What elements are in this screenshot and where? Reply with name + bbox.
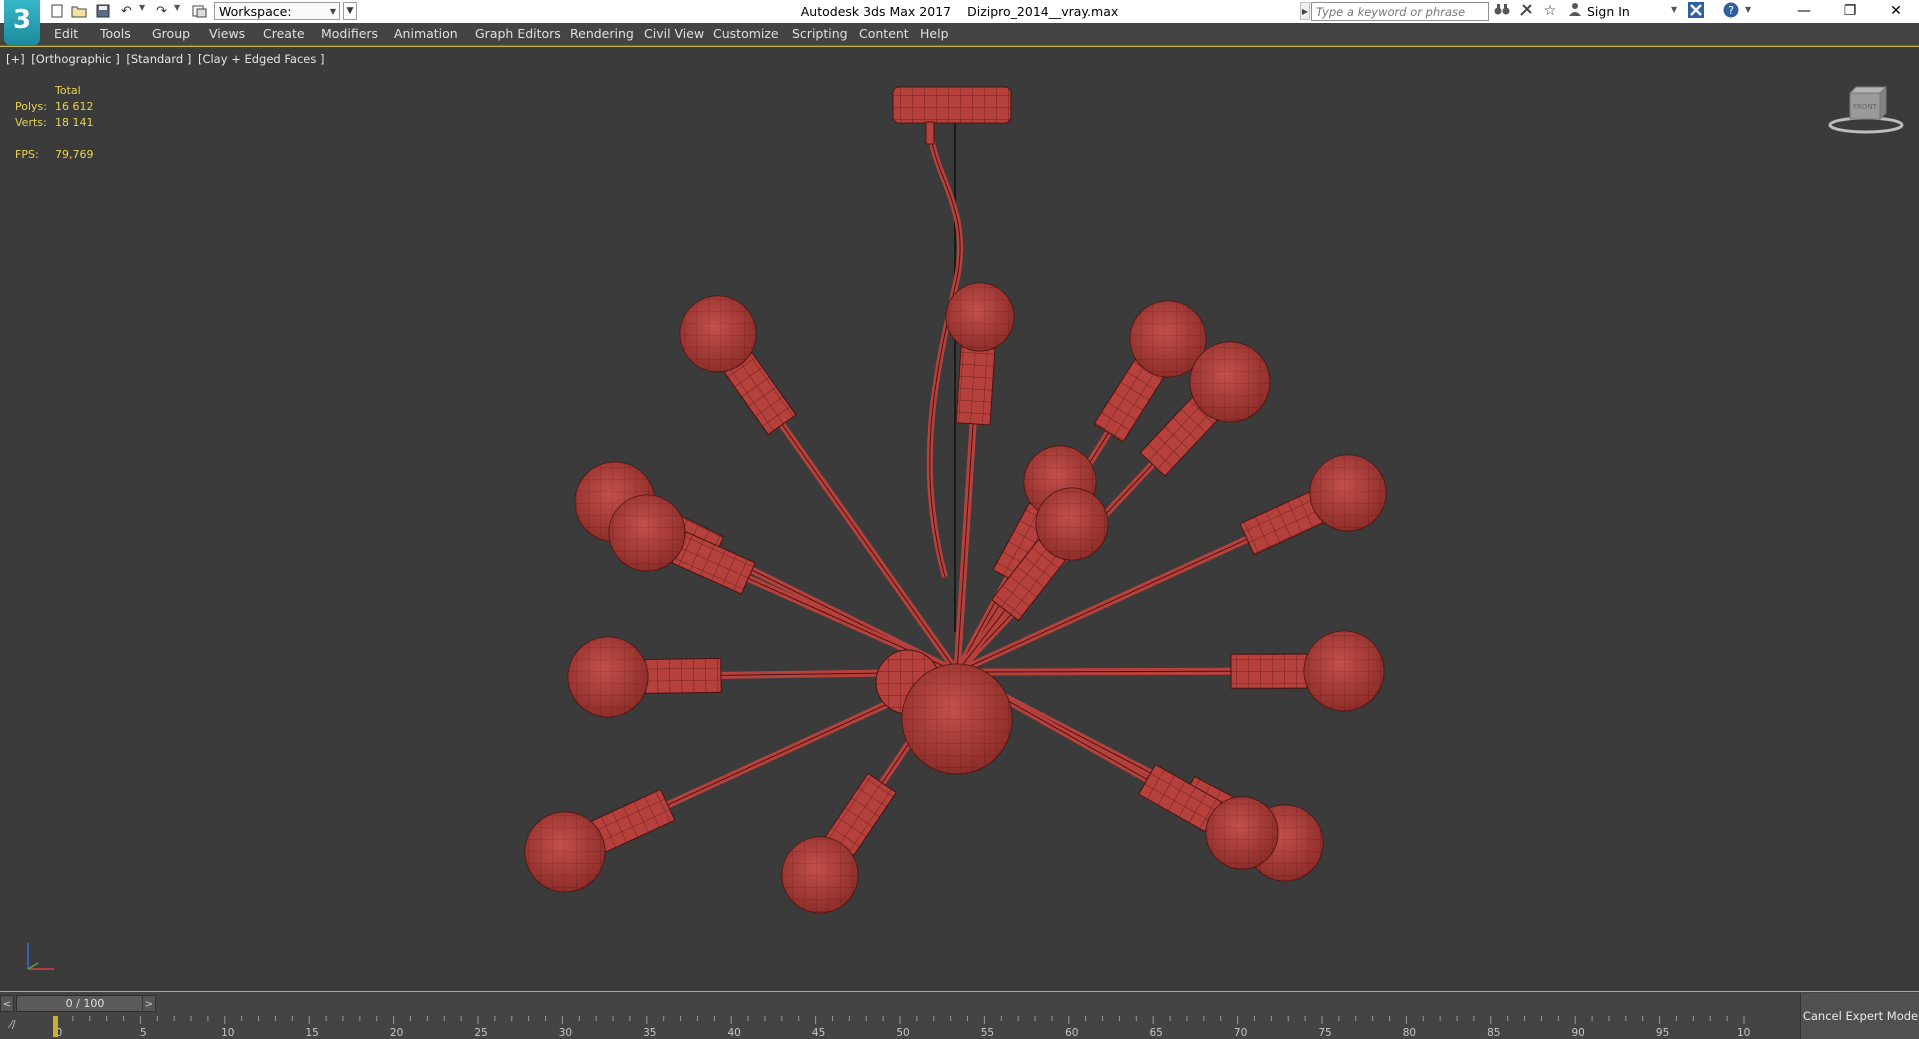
ruler-tick-label: 5 — [140, 1027, 147, 1039]
menu-tools[interactable]: Tools — [100, 26, 131, 41]
binoculars-icon[interactable] — [1493, 2, 1511, 20]
open-file-icon[interactable] — [70, 3, 87, 19]
autodesk-exchange-icon[interactable] — [1687, 2, 1705, 20]
ruler-tick-label: 20 — [390, 1027, 403, 1039]
viewport[interactable]: [+] [Orthographic ] [Standard ] [Clay + … — [0, 46, 1919, 992]
lamp-bulb-shade — [1304, 631, 1384, 711]
time-slider[interactable]: < 0 / 100 > — [0, 993, 1800, 1014]
lamp-bulb-shade — [782, 837, 858, 913]
ruler-tick-label: 95 — [1656, 1027, 1669, 1039]
ruler-tick-label: 65 — [1150, 1027, 1163, 1039]
help-dropdown-icon[interactable]: ▼ — [1745, 5, 1753, 14]
menu-help[interactable]: Help — [920, 26, 949, 41]
time-slider-thumb[interactable]: 0 / 100 — [16, 995, 154, 1012]
ruler-tick-label: 45 — [812, 1027, 825, 1039]
ruler-tick-label: 40 — [728, 1027, 741, 1039]
quick-access-customize-button[interactable]: ▼ — [343, 2, 357, 20]
undo-dropdown-icon[interactable]: ▼ — [139, 3, 147, 12]
menu-customize[interactable]: Customize — [713, 26, 779, 41]
menu-animation[interactable]: Animation — [394, 26, 458, 41]
search-expand-icon[interactable]: ▶ — [1300, 2, 1310, 20]
favorites-star-icon[interactable]: ☆ — [1541, 2, 1559, 20]
lamp-socket — [1230, 653, 1308, 689]
lamp-bulb-shade — [609, 495, 685, 571]
menu-scripting[interactable]: Scripting — [792, 26, 848, 41]
restore-button[interactable]: ❐ — [1827, 0, 1873, 23]
redo-icon[interactable]: ↷ — [153, 3, 170, 19]
menu-group[interactable]: Group — [152, 26, 190, 41]
menu-rendering[interactable]: Rendering — [570, 26, 634, 41]
canopy-stem — [925, 121, 935, 145]
ruler-tick-label: 25 — [474, 1027, 487, 1039]
lamp-arm-rod-edge — [956, 410, 975, 673]
title-bar: 3 ↶ ▼ ↷ ▼ Workspace: Default ▼ ▼ Autodes… — [0, 0, 1919, 46]
ruler-tick-label: 80 — [1403, 1027, 1416, 1039]
user-icon[interactable] — [1566, 2, 1584, 20]
save-icon[interactable] — [94, 3, 111, 19]
axis-tripod-icon — [27, 943, 54, 970]
ruler-tick-label: 35 — [643, 1027, 656, 1039]
previous-frame-button[interactable]: < — [0, 995, 14, 1012]
file-name: Dizipro_2014__vray.max — [967, 4, 1119, 19]
ruler-tick-label: 85 — [1487, 1027, 1500, 1039]
lamp-socket — [644, 657, 722, 694]
lamp-bulb-shade — [568, 637, 648, 717]
menu-graph-editors[interactable]: Graph Editors — [475, 26, 561, 41]
svg-text:?: ? — [1728, 4, 1734, 17]
menu-edit[interactable]: Edit — [54, 26, 78, 41]
lamp-bulb-shade — [525, 812, 605, 892]
app-logo-button[interactable]: 3 — [4, 0, 40, 46]
minimize-button[interactable]: — — [1781, 0, 1827, 23]
lamp-bulb-shade — [680, 296, 756, 372]
lamp-bulb-shade — [1190, 342, 1270, 422]
help-icon[interactable]: ? — [1722, 2, 1740, 20]
ruler-tick-label: 70 — [1234, 1027, 1247, 1039]
menu-content[interactable]: Content — [859, 26, 909, 41]
menu-bar: Edit Tools Group Views Create Modifiers … — [0, 23, 1919, 46]
ruler-tick-label: 50 — [896, 1027, 909, 1039]
lamp-socket — [955, 346, 996, 426]
close-button[interactable]: ✕ — [1873, 0, 1919, 23]
ruler-tick-label: 30 — [559, 1027, 572, 1039]
lamp-bulb-shade — [1310, 455, 1386, 531]
menu-civil-view[interactable]: Civil View — [644, 26, 704, 41]
track-bar[interactable]: ⁄∕ 0 5 10 15 20 25 30 35 40 45 50 55 60 65 70 75 80 85 90 9… — [0, 1014, 1800, 1039]
chandelier-model[interactable] — [0, 47, 1919, 992]
hub-sphere-shade — [902, 664, 1012, 774]
ruler-tick-label: 55 — [981, 1027, 994, 1039]
canopy — [892, 86, 1012, 124]
project-folder-icon[interactable] — [191, 3, 208, 19]
curve-editor-icon[interactable]: ⁄∕ — [10, 1018, 16, 1031]
menu-views[interactable]: Views — [209, 26, 245, 41]
undo-icon[interactable]: ↶ — [118, 3, 135, 19]
next-frame-button[interactable]: > — [142, 995, 156, 1012]
ruler-tick-label: 15 — [306, 1027, 319, 1039]
search-input[interactable] — [1311, 2, 1489, 21]
workspace-dropdown[interactable]: Workspace: Default ▼ — [214, 2, 340, 37]
menu-create[interactable]: Create — [263, 26, 305, 41]
ruler-tick-label: 90 — [1572, 1027, 1585, 1039]
cancel-expert-mode-button[interactable]: Cancel Expert Mode — [1800, 993, 1919, 1039]
sign-in-link[interactable]: Sign In — [1587, 4, 1630, 19]
app-title: Autodesk 3ds Max 2017 — [800, 4, 952, 19]
menu-modifiers[interactable]: Modifiers — [321, 26, 378, 41]
lamp-bulb-shade — [1036, 488, 1108, 560]
current-frame-marker — [53, 1016, 58, 1037]
ruler-tick-label: 60 — [1065, 1027, 1078, 1039]
lamp-bulb-shade — [1206, 797, 1278, 869]
chevron-down-icon: ▼ — [329, 7, 336, 16]
ruler-tick-label: 10 — [221, 1027, 234, 1039]
redo-dropdown-icon[interactable]: ▼ — [174, 3, 182, 12]
track-ruler[interactable]: 0 5 10 15 20 25 30 35 40 45 50 55 60 65 70 75 80 85 90 95 10… — [50, 1014, 1750, 1039]
sign-in-dropdown-icon[interactable]: ▼ — [1671, 5, 1677, 14]
communication-center-icon[interactable] — [1517, 2, 1535, 20]
ruler-tick-label: 100 — [1737, 1027, 1750, 1039]
ruler-tick-label: 75 — [1318, 1027, 1331, 1039]
lamp-bulb-shade — [946, 283, 1014, 351]
new-file-icon[interactable] — [48, 3, 65, 19]
